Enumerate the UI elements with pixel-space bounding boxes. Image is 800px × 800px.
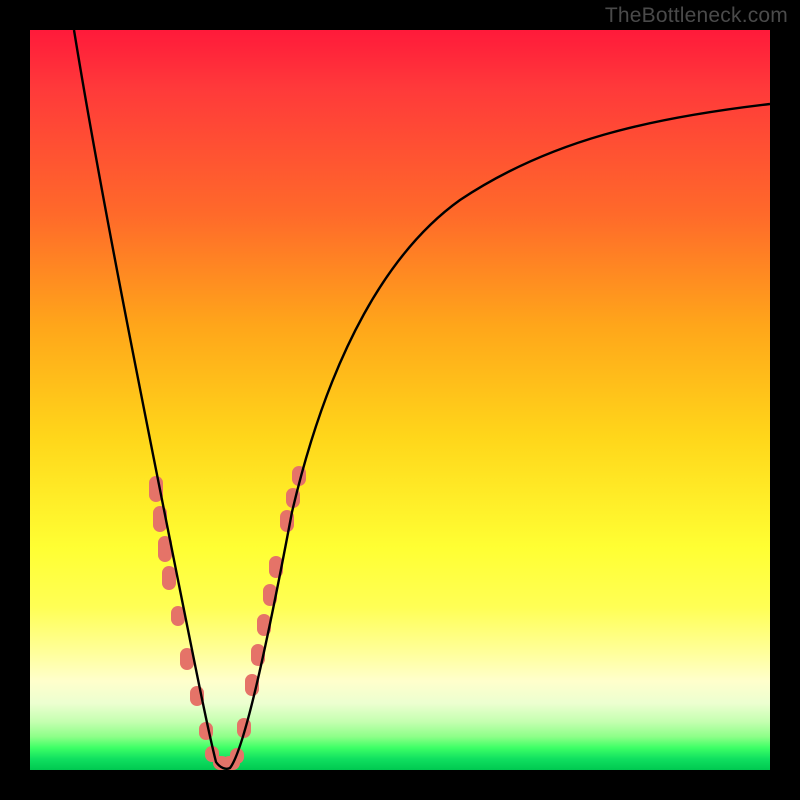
bottleneck-curve: [74, 30, 770, 769]
watermark-label: TheBottleneck.com: [605, 4, 788, 28]
chart-overlay-svg: [30, 30, 770, 770]
outer-frame: TheBottleneck.com: [0, 0, 800, 800]
plot-area: [30, 30, 770, 770]
marker-icon: [162, 566, 176, 590]
marker-group: [149, 466, 306, 770]
